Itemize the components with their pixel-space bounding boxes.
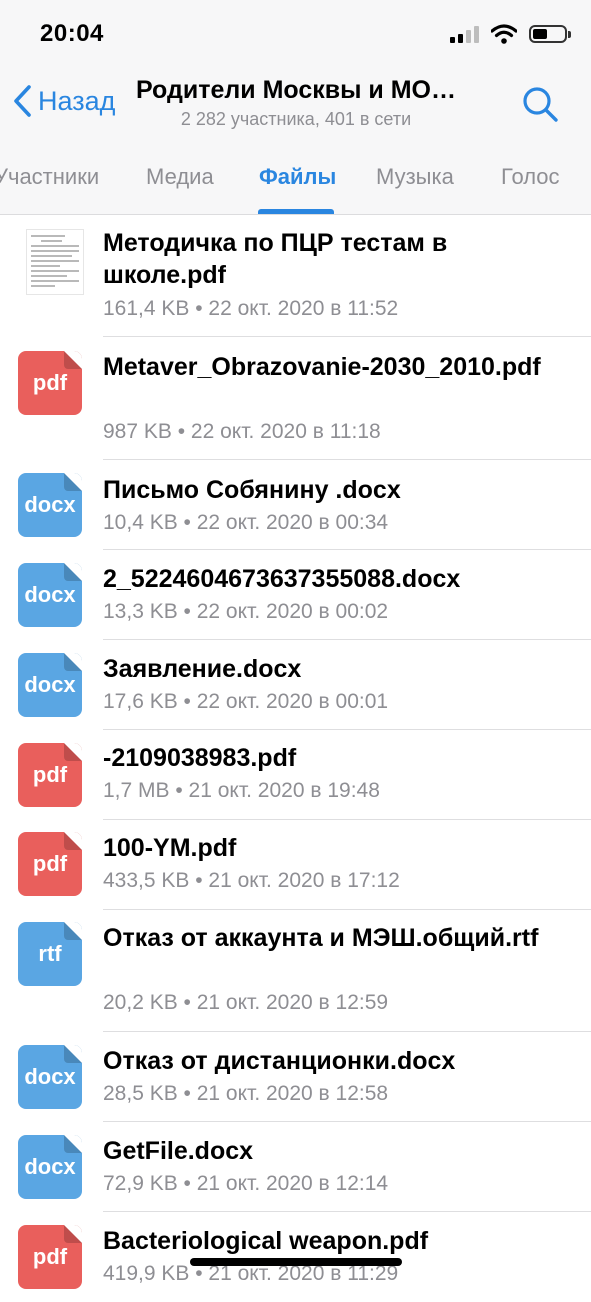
file-name: Bacteriological weapon.pdf bbox=[103, 1227, 429, 1255]
file-row[interactable]: pdf Metaver_Obrazovanie-2030_2010.pdf 98… bbox=[0, 337, 591, 460]
document-thumbnail-icon bbox=[26, 229, 84, 295]
pdf-file-icon: pdf bbox=[18, 743, 82, 807]
chat-header[interactable]: Родители Москвы и МО… 2 282 участника, 4… bbox=[136, 76, 456, 130]
file-meta: 433,5 KB • 21 окт. 2020 в 17:12 bbox=[103, 869, 400, 892]
wifi-icon bbox=[491, 24, 517, 44]
docx-file-icon: docx bbox=[18, 653, 82, 717]
file-meta: 13,3 KB • 22 окт. 2020 в 00:02 bbox=[103, 600, 389, 623]
status-icons bbox=[450, 24, 571, 44]
file-name: GetFile.docx bbox=[103, 1137, 254, 1165]
file-row[interactable]: docx GetFile.docx 72,9 KB • 21 окт. 2020… bbox=[0, 1122, 591, 1212]
file-row[interactable]: pdf 100-YM.pdf 433,5 KB • 21 окт. 2020 в… bbox=[0, 820, 591, 910]
search-button[interactable] bbox=[520, 84, 560, 129]
file-meta: 987 KB • 22 окт. 2020 в 11:18 bbox=[103, 420, 381, 443]
file-meta: 28,5 KB • 21 окт. 2020 в 12:58 bbox=[103, 1082, 389, 1105]
file-meta: 161,4 KB • 22 окт. 2020 в 11:52 bbox=[103, 297, 399, 320]
file-name: -2109038983.pdf bbox=[103, 744, 297, 772]
file-meta: 17,6 KB • 22 окт. 2020 в 00:01 bbox=[103, 690, 389, 713]
search-icon bbox=[523, 87, 558, 122]
file-name: Отказ от аккаунта и МЭШ.общий.rtf bbox=[103, 924, 539, 952]
back-button[interactable]: Назад bbox=[12, 84, 115, 118]
status-time: 20:04 bbox=[40, 20, 104, 47]
file-row[interactable]: pdf -2109038983.pdf 1,7 MB • 21 окт. 202… bbox=[0, 730, 591, 820]
file-name: Metaver_Obrazovanie-2030_2010.pdf bbox=[103, 353, 541, 381]
file-name: Отказ от дистанционки.docx bbox=[103, 1047, 456, 1075]
chat-title: Родители Москвы и МО… bbox=[136, 76, 456, 104]
file-name: Заявление.docx bbox=[103, 655, 302, 683]
file-name: 2_5224604673637355088.docx bbox=[103, 565, 461, 593]
top-bar: 20:04 Назад Родители Москвы и МО… 2 282 … bbox=[0, 0, 591, 215]
battery-icon bbox=[529, 25, 571, 43]
tab-files[interactable]: Файлы bbox=[259, 164, 336, 190]
file-row[interactable]: docx Заявление.docx 17,6 KB • 22 окт. 20… bbox=[0, 640, 591, 730]
docx-file-icon: docx bbox=[18, 563, 82, 627]
cellular-signal-icon bbox=[450, 25, 479, 43]
tab-media[interactable]: Медиа bbox=[146, 164, 214, 190]
tab-voice[interactable]: Голос bbox=[501, 164, 560, 190]
media-tabs: Участники Медиа Файлы Музыка Голос bbox=[0, 150, 591, 214]
file-row[interactable]: docx Письмо Собянину .docx 10,4 KB • 22 … bbox=[0, 460, 591, 550]
file-name: Методичка по ПЦР тестам в школе.pdf bbox=[103, 229, 448, 289]
file-row[interactable]: docx 2_5224604673637355088.docx 13,3 KB … bbox=[0, 550, 591, 640]
chevron-left-icon bbox=[14, 85, 31, 117]
file-row[interactable]: rtf Отказ от аккаунта и МЭШ.общий.rtf 20… bbox=[0, 910, 591, 1032]
file-name: Письмо Собянину .docx bbox=[103, 476, 401, 504]
tab-participants[interactable]: Участники bbox=[0, 164, 99, 190]
pdf-file-icon: pdf bbox=[18, 1225, 82, 1289]
file-meta: 10,4 KB • 22 окт. 2020 в 00:34 bbox=[103, 511, 389, 534]
pdf-file-icon: pdf bbox=[18, 832, 82, 896]
tab-music[interactable]: Музыка bbox=[376, 164, 454, 190]
back-label: Назад bbox=[38, 85, 116, 116]
file-row[interactable]: docx Отказ от дистанционки.docx 28,5 KB … bbox=[0, 1032, 591, 1122]
file-meta: 20,2 KB • 21 окт. 2020 в 12:59 bbox=[103, 991, 389, 1014]
file-row[interactable]: pdf Bacteriological weapon.pdf 419,9 KB … bbox=[0, 1212, 591, 1302]
file-meta: 1,7 MB • 21 окт. 2020 в 19:48 bbox=[103, 779, 380, 802]
active-tab-indicator bbox=[258, 209, 334, 214]
pdf-file-icon: pdf bbox=[18, 351, 82, 415]
docx-file-icon: docx bbox=[18, 1045, 82, 1109]
home-indicator[interactable] bbox=[190, 1258, 402, 1266]
docx-file-icon: docx bbox=[18, 473, 82, 537]
file-meta: 72,9 KB • 21 окт. 2020 в 12:14 bbox=[103, 1172, 389, 1195]
chat-subtitle: 2 282 участника, 401 в сети bbox=[180, 109, 412, 129]
rtf-file-icon: rtf bbox=[18, 922, 82, 986]
file-row[interactable]: Методичка по ПЦР тестам в школе.pdf 161,… bbox=[0, 215, 591, 337]
docx-file-icon: docx bbox=[18, 1135, 82, 1199]
file-name: 100-YM.pdf bbox=[103, 834, 237, 862]
